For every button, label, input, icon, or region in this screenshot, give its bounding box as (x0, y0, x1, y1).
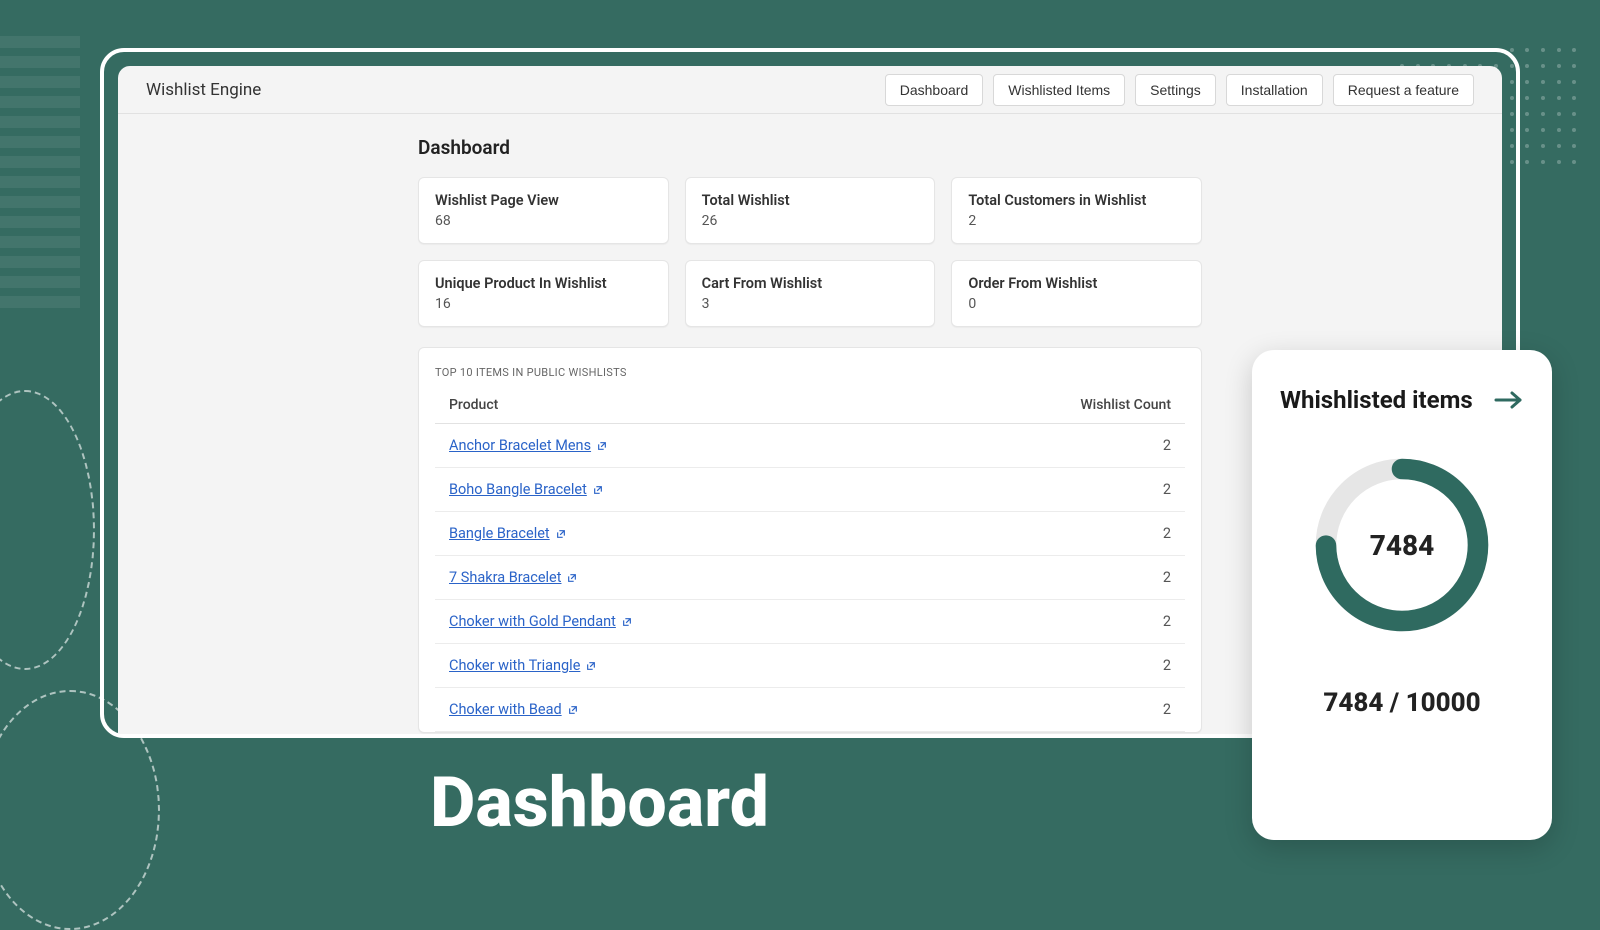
stat-label: Order From Wishlist (968, 275, 1185, 292)
stat-card-total-wishlist: Total Wishlist 26 (685, 177, 936, 244)
product-link[interactable]: Choker with Gold Pendant (449, 613, 632, 630)
row-count: 2 (1163, 701, 1171, 718)
donut-center-value: 7484 (1280, 450, 1524, 640)
page-title: Dashboard (418, 136, 1202, 159)
product-link[interactable]: Choker with Bead (449, 701, 578, 718)
stat-value: 26 (702, 213, 919, 229)
product-link[interactable]: Boho Bangle Bracelet (449, 481, 603, 498)
arrow-right-icon[interactable] (1494, 390, 1524, 410)
product-link[interactable]: 7 Shakra Bracelet (449, 569, 577, 586)
external-link-icon (567, 573, 577, 583)
table-row: Boho Bangle Bracelet 2 (435, 468, 1185, 512)
external-link-icon (568, 705, 578, 715)
table-header: Product Wishlist Count (435, 397, 1185, 424)
stat-label: Total Customers in Wishlist (968, 192, 1185, 209)
app-title: Wishlist Engine (146, 80, 261, 100)
stat-card-unique-product: Unique Product In Wishlist 16 (418, 260, 669, 327)
external-link-icon (586, 661, 596, 671)
stat-value: 16 (435, 296, 652, 312)
bg-lines-decoration (0, 36, 80, 316)
product-link[interactable]: Choker with Triangle (449, 657, 596, 674)
external-link-icon (593, 485, 603, 495)
table-title: TOP 10 ITEMS IN PUBLIC WISHLISTS (435, 366, 1185, 379)
row-count: 2 (1163, 525, 1171, 542)
row-count: 2 (1163, 481, 1171, 498)
hero-caption: Dashboard (430, 762, 769, 844)
row-count: 2 (1163, 437, 1171, 454)
stats-grid: Wishlist Page View 68 Total Wishlist 26 … (418, 177, 1202, 327)
stat-label: Total Wishlist (702, 192, 919, 209)
table-body: Anchor Bracelet Mens2Boho Bangle Bracele… (435, 424, 1185, 732)
stat-value: 3 (702, 296, 919, 312)
topbar: Wishlist Engine Dashboard Wishlisted Ite… (118, 66, 1502, 114)
stat-value: 68 (435, 213, 652, 229)
table-row: Choker with Bead 2 (435, 688, 1185, 732)
stat-value: 0 (968, 296, 1185, 312)
top-items-table: TOP 10 ITEMS IN PUBLIC WISHLISTS Product… (418, 347, 1202, 733)
stat-value: 2 (968, 213, 1185, 229)
col-product: Product (449, 397, 498, 413)
table-row: Choker with Triangle 2 (435, 644, 1185, 688)
bg-dashed-loop (0, 390, 95, 670)
nav-dashboard[interactable]: Dashboard (885, 74, 984, 106)
float-card-title: Whishlisted items (1280, 386, 1473, 414)
ratio-text: 7484 / 10000 (1280, 688, 1524, 718)
nav-installation[interactable]: Installation (1226, 74, 1323, 106)
donut-chart: 7484 (1280, 450, 1524, 640)
row-count: 2 (1163, 569, 1171, 586)
stat-card-order-from-wishlist: Order From Wishlist 0 (951, 260, 1202, 327)
table-row: Anchor Bracelet Mens 2 (435, 424, 1185, 468)
product-link[interactable]: Bangle Bracelet (449, 525, 566, 542)
nav-settings[interactable]: Settings (1135, 74, 1216, 106)
external-link-icon (597, 441, 607, 451)
stat-card-page-view: Wishlist Page View 68 (418, 177, 669, 244)
stat-card-cart-from-wishlist: Cart From Wishlist 3 (685, 260, 936, 327)
nav-buttons: Dashboard Wishlisted Items Settings Inst… (885, 74, 1474, 106)
table-row: 7 Shakra Bracelet 2 (435, 556, 1185, 600)
stat-label: Unique Product In Wishlist (435, 275, 652, 292)
table-row: Bangle Bracelet 2 (435, 512, 1185, 556)
nav-request-feature[interactable]: Request a feature (1333, 74, 1474, 106)
external-link-icon (622, 617, 632, 627)
stat-label: Wishlist Page View (435, 192, 652, 209)
row-count: 2 (1163, 613, 1171, 630)
nav-wishlisted-items[interactable]: Wishlisted Items (993, 74, 1125, 106)
row-count: 2 (1163, 657, 1171, 674)
product-link[interactable]: Anchor Bracelet Mens (449, 437, 607, 454)
stat-card-total-customers: Total Customers in Wishlist 2 (951, 177, 1202, 244)
external-link-icon (556, 529, 566, 539)
col-count: Wishlist Count (1080, 397, 1171, 413)
float-card-header: Whishlisted items (1280, 386, 1524, 414)
table-row: Choker with Gold Pendant 2 (435, 600, 1185, 644)
wishlisted-items-card: Whishlisted items 7484 7484 / 10000 (1252, 350, 1552, 840)
stat-label: Cart From Wishlist (702, 275, 919, 292)
